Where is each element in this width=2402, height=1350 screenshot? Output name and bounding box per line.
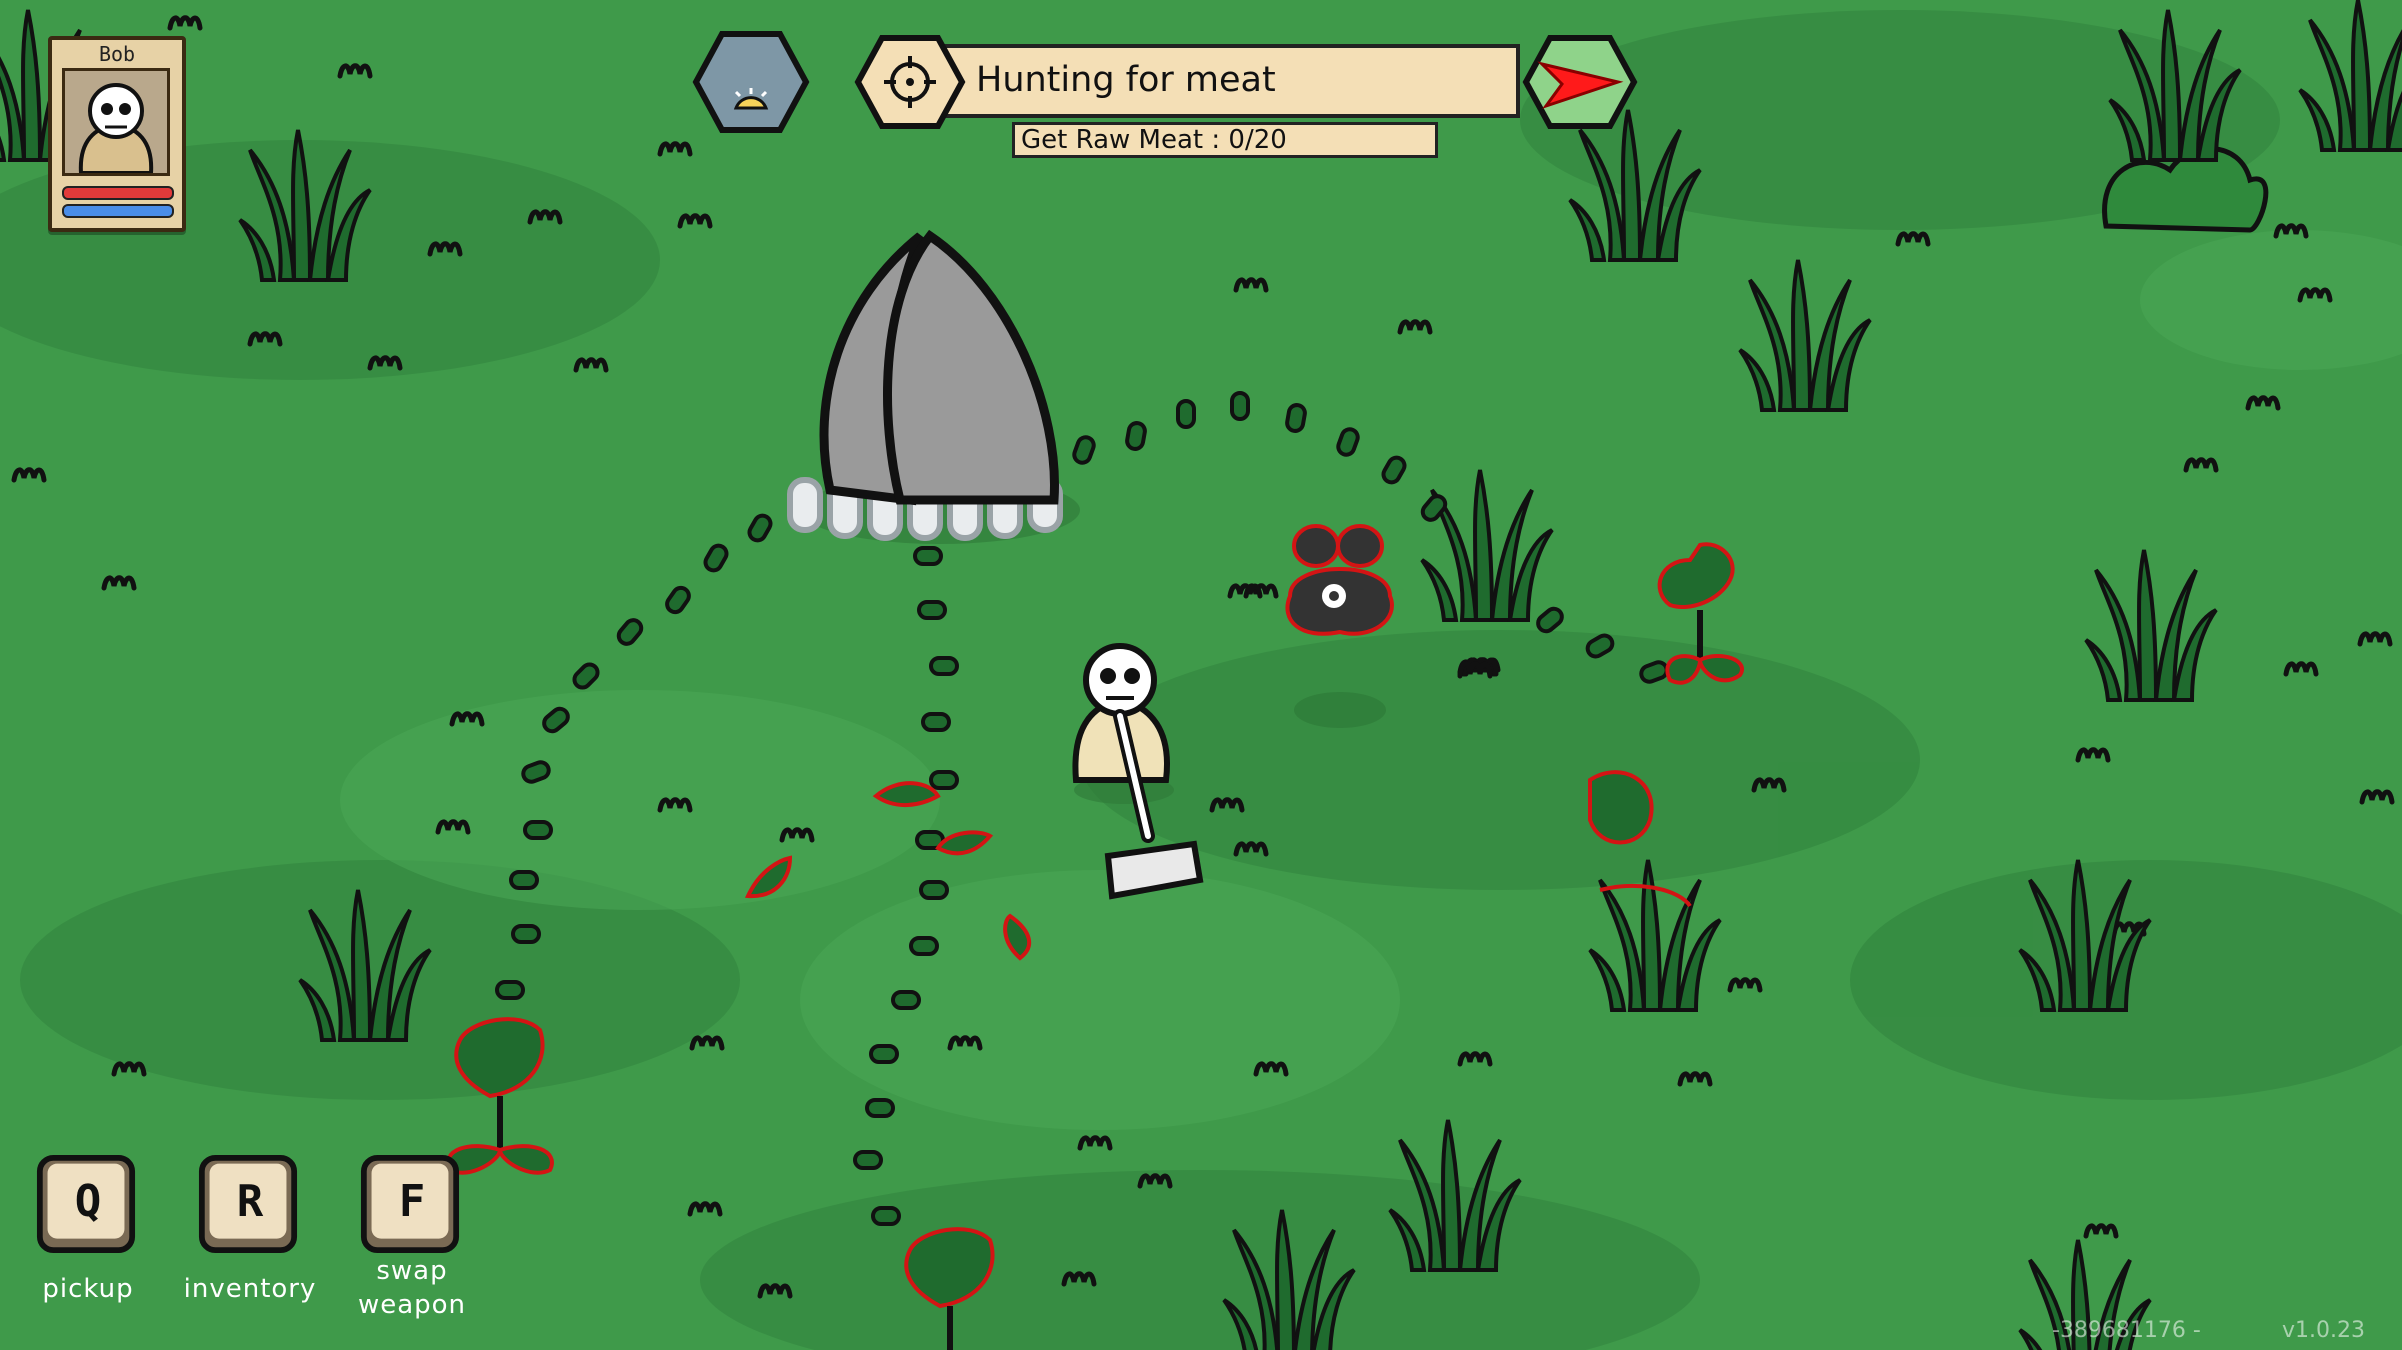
player-name: Bob [98, 42, 136, 66]
trail-blob [1283, 401, 1309, 435]
compass-arrow-icon[interactable] [1522, 34, 1638, 134]
trail-blob [865, 1098, 895, 1118]
trail-blob [871, 1206, 901, 1226]
keybind-inventory[interactable]: R inventory [184, 1154, 315, 1304]
keybind-swap-weapon[interactable]: F swap weapon [358, 1154, 465, 1320]
trail-blob [921, 712, 951, 732]
trail-blob [891, 990, 921, 1010]
trail-blob [495, 980, 525, 1000]
crosshair-icon [854, 35, 966, 129]
version-text: v1.0.23 [2282, 1318, 2365, 1343]
key-f-letter: F [398, 1176, 426, 1227]
trail-blob [913, 546, 943, 566]
game-world[interactable] [0, 0, 2402, 1350]
quest-title: Hunting for meat [976, 60, 1276, 100]
trail-blob [1123, 419, 1149, 453]
trail-blob [919, 880, 949, 900]
health-bar [62, 186, 174, 200]
quest-objective: Get Raw Meat : 0/20 [1012, 122, 1438, 158]
key-r-label: inventory [183, 1274, 317, 1304]
mana-bar [62, 204, 174, 218]
trail-blob [1176, 399, 1196, 429]
trail-blob [929, 656, 959, 676]
key-f-label: swap weapon [357, 1256, 467, 1320]
day-night-icon [692, 30, 810, 134]
game-viewport[interactable]: Bob Hunting for meat Get Raw Meat: 0/20… [0, 0, 2402, 1350]
skull-portrait-icon [62, 68, 170, 176]
trail-blob [929, 770, 959, 790]
trail-blob [917, 600, 947, 620]
trail-blob [523, 820, 553, 840]
keybind-pickup[interactable]: Q pickup [36, 1154, 136, 1304]
trail-blob [853, 1150, 883, 1170]
seed-text: -389681176 - [2052, 1318, 2201, 1343]
trail-blob [1230, 391, 1250, 421]
player-portrait-card[interactable]: Bob [48, 36, 186, 232]
key-q-label: pickup [42, 1274, 134, 1304]
key-q-letter: Q [74, 1176, 102, 1227]
trail-blob [869, 1044, 899, 1064]
trail-blob [909, 936, 939, 956]
key-r-letter: R [236, 1176, 264, 1227]
trail-blob [511, 924, 541, 944]
quest-tracker[interactable]: Hunting for meat Get Raw Meat : 0/20 [850, 34, 1640, 160]
trail-blob [509, 870, 539, 890]
